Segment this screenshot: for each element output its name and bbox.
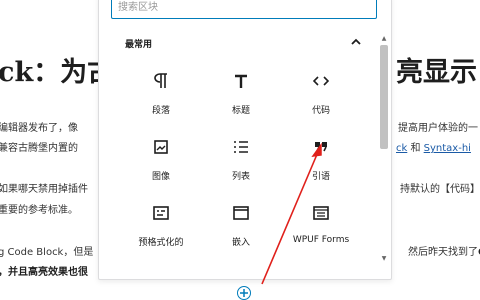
paragraph-line-3-right: 持默认的【代码】 (400, 184, 480, 195)
embed-icon (231, 203, 251, 223)
heading-icon (231, 71, 251, 91)
paragraph-line-5-right: 然后昨天找到了C (408, 247, 480, 258)
add-block-button[interactable] (237, 286, 251, 300)
block-paragraph[interactable]: 段落 (121, 71, 201, 137)
paragraph-line-2-right: ck 和 Syntax-hi (396, 142, 471, 156)
link-syntax-highlighter[interactable]: Syntax-hi (424, 143, 471, 154)
block-wpuf-forms[interactable]: WPUF Forms (281, 203, 361, 269)
block-label: 列表 (231, 172, 250, 182)
scroll-down-arrow-icon[interactable]: ▼ (380, 255, 388, 263)
scroll-up-arrow-icon[interactable]: ▲ (380, 35, 388, 43)
panel-title: 最常用 (125, 39, 153, 50)
quote-icon (311, 137, 331, 157)
code-icon (311, 71, 331, 91)
block-preformatted[interactable]: 预格式化的 (121, 203, 201, 269)
search-blocks-input[interactable] (111, 0, 377, 19)
link-code-block[interactable]: ck (396, 143, 407, 154)
scrollbar-thumb[interactable] (380, 45, 388, 149)
inserter-scrollbar[interactable]: ▲ ▼ (380, 35, 388, 263)
block-label: WPUF Forms (292, 235, 350, 245)
post-title-visible-right: 亮显示 (396, 57, 477, 88)
block-quote[interactable]: 引语 (281, 137, 361, 203)
preformatted-icon (151, 203, 171, 223)
block-image[interactable]: 图像 (121, 137, 201, 203)
paragraph-line-1-right: 提高用户体验的一 (398, 123, 478, 134)
block-grid: 段落 标题 代码 图像 列表 引语 预格式化的 嵌入 WPUF Forms (121, 71, 361, 269)
plus-icon (240, 289, 248, 297)
block-label: 标题 (231, 106, 250, 116)
block-inserter-popover: 最常用 段落 标题 代码 图像 (98, 0, 392, 280)
paragraph-line-1-left: 编辑器发布了，像 (0, 123, 78, 134)
block-label: 图像 (151, 172, 170, 182)
paragraph-line-2-left: 兼容古腾堡内置的 (0, 143, 78, 154)
block-list[interactable]: 列表 (201, 137, 281, 203)
block-label: 嵌入 (231, 238, 250, 248)
most-used-panel-header[interactable]: 最常用 (125, 35, 361, 51)
chevron-up-icon[interactable] (351, 38, 361, 49)
paragraph-line-5-left: g Code Block，但是 (0, 247, 94, 258)
paragraph-line-6-left: ，并且高亮效果也很 (0, 267, 88, 278)
paragraph-line-3-left: 如果哪天禁用掉插件 (0, 184, 88, 195)
wpuf-forms-icon (311, 203, 331, 223)
block-label: 段落 (151, 106, 170, 116)
image-icon (151, 137, 171, 157)
block-heading[interactable]: 标题 (201, 71, 281, 137)
block-label: 引语 (311, 172, 330, 182)
paragraph-line-4-left: 重要的参考标准。 (0, 205, 78, 216)
paragraph-icon (151, 71, 171, 91)
block-label: 代码 (311, 106, 330, 116)
list-icon (231, 137, 251, 157)
and-text: 和 (407, 143, 424, 154)
block-code[interactable]: 代码 (281, 71, 361, 137)
block-embed[interactable]: 嵌入 (201, 203, 281, 269)
block-label: 预格式化的 (138, 238, 184, 248)
